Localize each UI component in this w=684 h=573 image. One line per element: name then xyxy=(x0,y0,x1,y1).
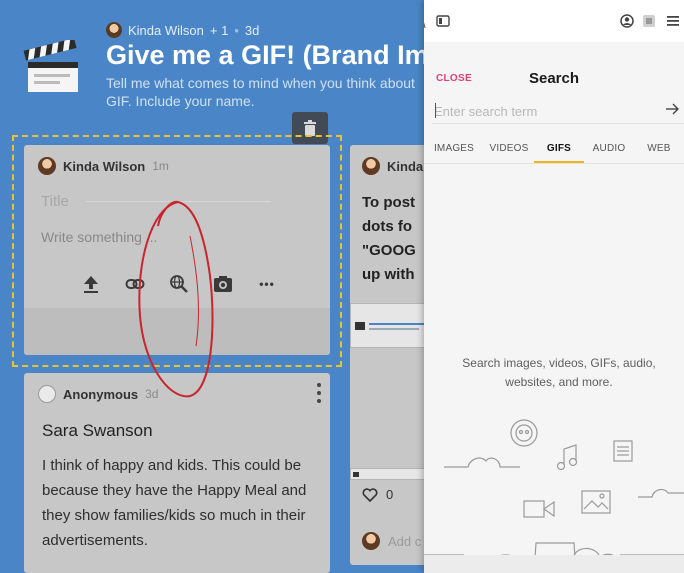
post-time: 1m xyxy=(152,159,169,173)
post-card[interactable]: Anonymous 3d Sara Swanson I think of hap… xyxy=(24,373,330,573)
anonymous-avatar-icon xyxy=(38,385,56,403)
search-panel: \ CLOSE Search IMAGES xyxy=(424,0,684,573)
arrow-right-icon[interactable] xyxy=(664,101,680,117)
search-panel-header: CLOSE Search xyxy=(424,62,684,94)
post-body-line: dots fo xyxy=(362,218,412,235)
post-author-name: Anonymous xyxy=(63,386,139,402)
post-subject: Sara Swanson xyxy=(42,421,153,440)
link-button[interactable] xyxy=(124,273,146,295)
tab-web[interactable]: WEB xyxy=(634,134,684,163)
padlet-board: Kinda Wilson + 1 • 3d Give me a GIF! (Br… xyxy=(0,0,424,573)
post-author: Anonymous 3d xyxy=(38,385,158,403)
browser-toolbar: \ xyxy=(424,0,684,42)
board-description-line: GIF. Include your name. xyxy=(106,93,255,109)
title-underline xyxy=(86,201,271,202)
search-tabs: IMAGES VIDEOS GIFS AUDIO WEB xyxy=(424,134,684,164)
avatar xyxy=(362,532,380,550)
post-body: I think of happy and kids. This could be… xyxy=(42,457,307,549)
attachment-toolbar: ••• xyxy=(80,273,278,295)
tab-gifs[interactable]: GIFS xyxy=(534,134,584,163)
post-author: Kinda Wilson 1m xyxy=(38,157,169,175)
post-author-name: Kinda Wilson xyxy=(63,158,146,174)
attachment-screenshot[interactable] xyxy=(350,303,424,348)
avatar xyxy=(38,157,56,175)
board-description: Tell me what comes to mind when you thin… xyxy=(106,74,424,110)
extension-icon[interactable] xyxy=(642,14,656,28)
board-author-name: Kinda Wilson xyxy=(128,22,204,38)
like-row: 0 xyxy=(362,487,393,502)
text-caret xyxy=(435,103,436,118)
post-menu-button[interactable] xyxy=(316,383,322,403)
board-author-line: Kinda Wilson + 1 • 3d xyxy=(106,22,259,38)
tab-switcher-icon[interactable] xyxy=(436,14,450,28)
post-body-line: To post xyxy=(362,194,416,211)
camera-button[interactable] xyxy=(212,273,234,295)
search-bar xyxy=(432,98,684,124)
post-author-name: Kinda xyxy=(387,158,424,174)
post-body-input[interactable]: Write something ... xyxy=(41,229,157,245)
post-body: To post dots fo "GOOG up with xyxy=(362,191,424,287)
trash-icon xyxy=(304,120,316,136)
collaborator-count: + 1 xyxy=(209,22,229,38)
menu-icon[interactable] xyxy=(666,14,680,28)
tab-audio[interactable]: AUDIO xyxy=(584,134,634,163)
separator-dot: • xyxy=(234,22,239,38)
new-post-editor[interactable]: Kinda Wilson 1m Title Write something ..… xyxy=(24,145,330,355)
upload-icon xyxy=(84,276,98,293)
editor-footer xyxy=(24,308,330,355)
post-card[interactable]: Kinda To post dots fo "GOOG up with 0 Ad… xyxy=(350,145,424,565)
post-body-line: "GOOG xyxy=(362,242,416,259)
avatar xyxy=(362,157,380,175)
more-options-button[interactable]: ••• xyxy=(256,273,278,295)
post-title-input[interactable]: Title xyxy=(41,193,69,210)
comment-row[interactable]: Add c xyxy=(362,532,421,550)
account-icon[interactable] xyxy=(620,14,634,28)
web-search-button[interactable] xyxy=(168,273,190,295)
post-body-line: up with xyxy=(362,266,415,283)
like-count: 0 xyxy=(386,487,394,502)
media-illustration xyxy=(424,419,684,573)
web-search-icon xyxy=(170,275,188,293)
empty-state-message: Search images, videos, GIFs, audio, webs… xyxy=(462,356,656,389)
clapperboard-icon xyxy=(23,40,78,92)
camera-icon xyxy=(214,276,232,292)
panel-title: Search xyxy=(528,70,580,87)
browser-back-partial: \ xyxy=(424,16,426,31)
more-icon: ••• xyxy=(259,277,275,291)
tab-images[interactable]: IMAGES xyxy=(424,134,484,163)
upload-button[interactable] xyxy=(80,273,102,295)
search-input[interactable] xyxy=(434,100,654,122)
board-title: Give me a GIF! (Brand Images) xyxy=(106,40,424,70)
post-author: Kinda xyxy=(362,157,423,175)
post-time: 3d xyxy=(145,387,159,401)
avatar xyxy=(106,22,122,38)
board-age: 3d xyxy=(244,22,260,38)
tab-videos[interactable]: VIDEOS xyxy=(484,134,534,163)
heart-icon[interactable] xyxy=(362,487,378,502)
link-icon xyxy=(125,279,145,289)
board-header: Kinda Wilson + 1 • 3d Give me a GIF! (Br… xyxy=(0,0,424,130)
attachment-screenshot[interactable] xyxy=(350,468,424,480)
comment-input[interactable]: Add c xyxy=(388,534,421,549)
board-description-line: Tell me what comes to mind when you thin… xyxy=(106,75,415,91)
